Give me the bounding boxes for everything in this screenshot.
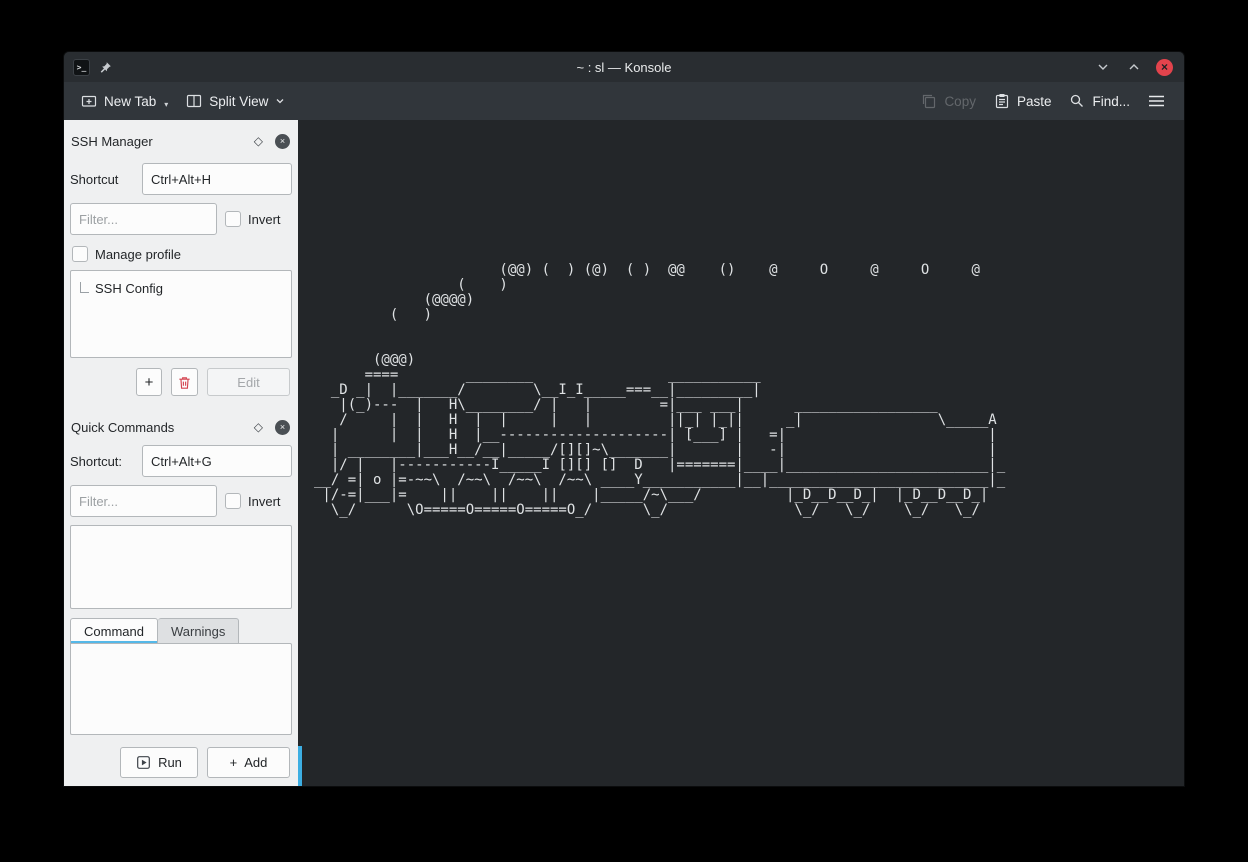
qc-invert-label: Invert [248,494,281,509]
run-label: Run [158,755,182,770]
split-view-label: Split View [209,94,268,109]
split-view-button[interactable]: Split View [177,87,294,115]
run-icon [136,755,151,770]
qc-tabs: Command Warnings [70,618,292,644]
titlebar[interactable]: >_ ~ : sl — Konsole × [64,52,1184,82]
ssh-invert-label: Invert [248,212,281,227]
ssh-config-item-label: SSH Config [95,281,163,296]
ssh-manager-header: SSH Manager ◇ × [64,128,298,154]
tab-command[interactable]: Command [70,618,158,644]
command-editor[interactable] [70,643,292,735]
quick-commands-panel: Quick Commands ◇ × Shortcut: Invert Comm… [64,396,298,786]
caret-down-icon: ▾ [164,101,168,109]
trash-icon [177,375,192,390]
copy-label: Copy [944,94,976,109]
quick-commands-title: Quick Commands [71,420,254,435]
tree-branch-icon [80,282,89,293]
sidebar: SSH Manager ◇ × Shortcut Invert Manage p… [64,120,298,786]
add-command-button[interactable]: + Add [207,747,290,778]
delete-ssh-button[interactable] [171,368,198,396]
main-content: SSH Manager ◇ × Shortcut Invert Manage p… [64,120,1184,786]
terminal-output: (@@) ( ) (@) ( ) @@ () @ O @ O @ ( ) (@@… [298,120,1184,518]
new-tab-icon [81,93,97,109]
tab-warnings[interactable]: Warnings [158,618,239,644]
ssh-filter-input[interactable] [70,203,217,235]
copy-button[interactable]: Copy [912,87,985,115]
ssh-config-list[interactable]: SSH Config [70,270,292,358]
close-panel-icon[interactable]: × [275,134,290,149]
add-ssh-button[interactable]: + [136,368,162,396]
close-panel-icon[interactable]: × [275,420,290,435]
find-button[interactable]: Find... [1060,87,1139,115]
plus-icon: + [230,755,238,770]
edit-ssh-button[interactable]: Edit [207,368,290,396]
menu-button[interactable] [1139,88,1174,114]
maximize-button[interactable] [1125,58,1143,76]
qc-filter-input[interactable] [70,485,217,517]
list-item[interactable]: SSH Config [71,271,291,296]
terminal[interactable]: (@@) ( ) (@) ( ) @@ () @ O @ O @ ( ) (@@… [298,120,1184,786]
new-tab-label: New Tab [104,94,156,109]
qc-shortcut-input[interactable] [142,445,292,477]
find-label: Find... [1092,94,1130,109]
float-panel-icon[interactable]: ◇ [254,420,263,434]
new-tab-button[interactable]: New Tab ▾ [72,87,177,115]
paste-label: Paste [1017,94,1052,109]
ssh-invert-checkbox[interactable] [225,211,241,227]
close-button[interactable]: × [1156,59,1173,76]
minimize-button[interactable] [1094,58,1112,76]
konsole-window: >_ ~ : sl — Konsole × New Tab ▾ [64,52,1184,786]
copy-icon [921,93,937,109]
quick-commands-list[interactable] [70,525,292,609]
manage-profile-checkbox[interactable] [72,246,88,262]
qc-buttons-row: Run + Add [70,747,290,778]
run-button[interactable]: Run [120,747,198,778]
ssh-manager-panel: SSH Manager ◇ × Shortcut Invert Manage p… [64,120,298,396]
ssh-manager-title: SSH Manager [71,134,254,149]
hamburger-icon [1148,94,1165,108]
window-title: ~ : sl — Konsole [64,60,1184,75]
split-view-icon [186,93,202,109]
ssh-shortcut-input[interactable] [142,163,292,195]
plus-icon: + [145,374,154,391]
prompt-glyph: >_ [77,63,87,72]
qc-shortcut-label: Shortcut: [70,454,142,469]
pin-icon [99,61,112,74]
qc-invert-checkbox[interactable] [225,493,241,509]
ssh-buttons-row: + Edit [70,368,290,396]
search-icon [1069,93,1085,109]
chevron-down-icon [275,96,285,106]
quick-commands-header: Quick Commands ◇ × [64,414,298,440]
ssh-shortcut-label: Shortcut [70,172,142,187]
paste-button[interactable]: Paste [985,87,1061,115]
splitter-handle[interactable] [298,746,302,786]
konsole-app-icon: >_ [73,59,90,76]
toolbar: New Tab ▾ Split View Copy Paste [64,82,1184,120]
add-label: Add [244,755,267,770]
manage-profile-label: Manage profile [95,247,181,262]
edit-label: Edit [237,375,259,390]
float-panel-icon[interactable]: ◇ [254,134,263,148]
paste-icon [994,93,1010,109]
